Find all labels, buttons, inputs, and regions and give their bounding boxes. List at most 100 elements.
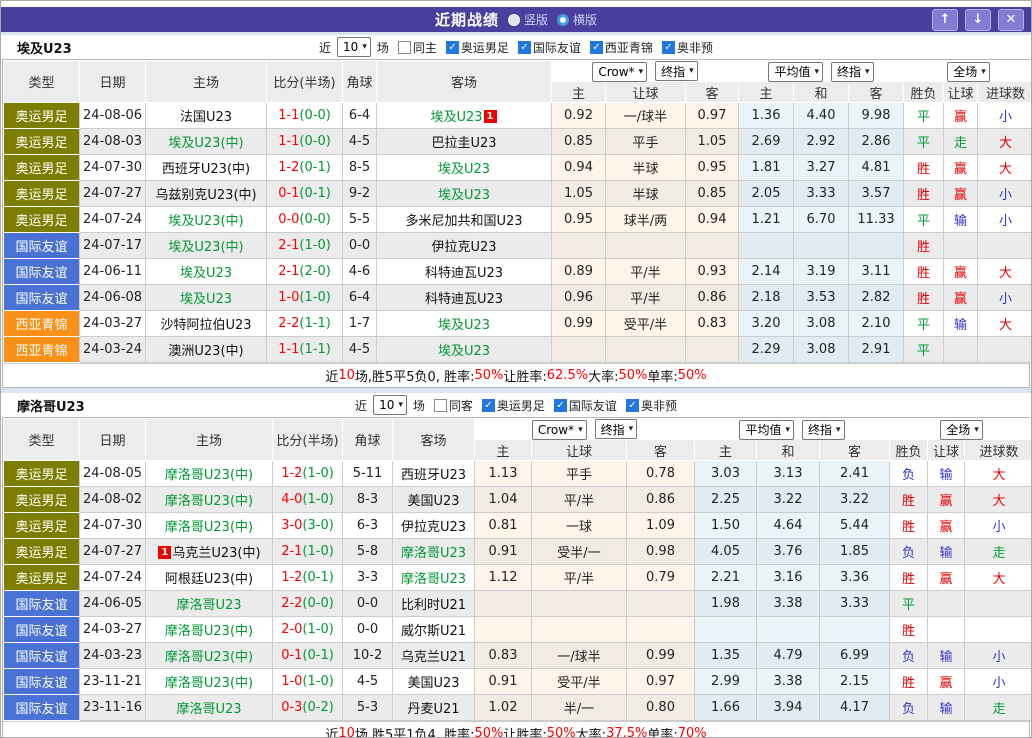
league-filter-checkbox[interactable]: ✓ bbox=[445, 40, 459, 54]
asian-home-odds: 0.83 bbox=[474, 642, 532, 669]
asian-away-odds bbox=[685, 336, 739, 363]
team-name: 埃及U23(中) bbox=[168, 136, 244, 151]
league-filter-checkbox[interactable]: ✓ bbox=[625, 398, 639, 412]
fulltime-scope-select[interactable]: 全场 ▾ bbox=[947, 61, 990, 82]
competition-badge: 国际友谊 bbox=[4, 695, 79, 720]
move-down-button[interactable]: ↓ bbox=[965, 8, 991, 31]
euro-average-select[interactable]: 平均值 ▾ bbox=[768, 61, 824, 82]
away-team-cell: 摩洛哥U23 bbox=[392, 564, 475, 591]
euro-home-odds: 3.03 bbox=[694, 460, 757, 487]
result-handicap: 输 bbox=[943, 310, 979, 337]
away-team-cell: 埃及U23 bbox=[376, 180, 552, 207]
column-header: 让球 bbox=[605, 82, 686, 103]
euro-home-odds bbox=[738, 232, 794, 259]
same-venue-checkbox[interactable] bbox=[397, 40, 411, 54]
corner-cell: 0-0 bbox=[342, 590, 393, 617]
result-goals: 小 bbox=[964, 668, 1031, 695]
recent-count-select[interactable]: 10 ▾ bbox=[337, 37, 371, 57]
summary-text: 37.5% bbox=[606, 726, 648, 738]
halftime-score: (1-0) bbox=[302, 492, 334, 507]
result-handicap: 赢 bbox=[943, 180, 979, 207]
halftime-score: (0-0) bbox=[299, 212, 331, 227]
chevron-down-icon: ▾ bbox=[974, 424, 979, 435]
euro-draw-odds: 3.94 bbox=[756, 694, 820, 721]
asian-home-odds: 0.89 bbox=[551, 258, 606, 285]
league-filter-checkbox[interactable]: ✓ bbox=[481, 398, 495, 412]
layout-option-vertical[interactable]: 竖版 bbox=[507, 11, 548, 28]
result-goals: 小 bbox=[977, 206, 1031, 233]
euro-draw-odds: 3.38 bbox=[756, 668, 820, 695]
chevron-down-icon: ▾ bbox=[865, 66, 870, 77]
column-header: 客 bbox=[847, 82, 905, 103]
date-cell: 24-06-08 bbox=[79, 284, 146, 311]
result-outcome: 负 bbox=[889, 642, 929, 669]
date-cell: 24-06-05 bbox=[79, 590, 146, 617]
euro-final-index-select[interactable]: 终指 ▾ bbox=[802, 419, 845, 440]
home-team-cell: 阿根廷U23(中) bbox=[145, 564, 273, 591]
euro-average-select-value: 平均值 bbox=[745, 423, 782, 437]
score-cell: 1-0(1-0) bbox=[266, 284, 343, 311]
asian-handicap: 受平/半 bbox=[531, 668, 627, 695]
summary-text: 让胜率: bbox=[503, 370, 547, 385]
fulltime-scope-select[interactable]: 全场 ▾ bbox=[940, 419, 983, 440]
away-team-cell: 巴拉圭U23 bbox=[376, 128, 552, 155]
team-name: 伊拉克U23 bbox=[400, 520, 467, 535]
euro-average-select[interactable]: 平均值 ▾ bbox=[739, 419, 795, 440]
euro-final-index-select[interactable]: 终指 ▾ bbox=[831, 61, 874, 82]
asian-handicap: 球半/两 bbox=[605, 206, 686, 233]
team-name: 摩洛哥U23(中) bbox=[164, 520, 254, 535]
asian-final-index-select[interactable]: 终指 ▾ bbox=[655, 61, 698, 82]
match-row: 国际友谊 24-06-05 摩洛哥U23 2-2(0-0) 0-0 比利时U21 1.98 3… bbox=[3, 590, 1031, 617]
halftime-score: (0-1) bbox=[302, 570, 334, 585]
asian-home-odds: 0.91 bbox=[474, 668, 532, 695]
competition-cell: 奥运男足 bbox=[3, 564, 80, 591]
home-team-cell: 埃及U23 bbox=[145, 284, 267, 311]
recent-count-select[interactable]: 10 ▾ bbox=[373, 395, 407, 415]
league-filter-checkbox[interactable]: ✓ bbox=[517, 40, 531, 54]
asian-away-odds: 0.93 bbox=[685, 258, 739, 285]
asian-away-odds: 0.85 bbox=[685, 180, 739, 207]
result-outcome: 胜 bbox=[889, 486, 929, 513]
filter-bar: 近 10 ▾ 场同主 ✓ 奥运男足 ✓ 国际友谊 ✓ 西亚青锦 ✓ 奥非预 bbox=[317, 37, 715, 57]
halftime-score: (0-0) bbox=[299, 134, 331, 149]
result-outcome: 胜 bbox=[903, 232, 945, 259]
result-outcome: 胜 bbox=[903, 258, 945, 285]
summary-text: 50% bbox=[474, 726, 504, 738]
result-goals bbox=[977, 336, 1031, 363]
score-cell: 1-2(0-1) bbox=[272, 564, 343, 591]
team-name: 埃及U23 bbox=[430, 110, 483, 125]
league-filter-checkbox[interactable]: ✓ bbox=[661, 40, 675, 54]
move-up-button[interactable]: ↑ bbox=[932, 8, 958, 31]
euro-draw-odds: 3.33 bbox=[793, 180, 849, 207]
bookmaker-select-value: Crow* bbox=[537, 422, 575, 437]
date-cell: 24-03-24 bbox=[79, 336, 146, 363]
fulltime-scope-select-value: 全场 bbox=[946, 423, 971, 437]
team-name-title: 摩洛哥U23 bbox=[17, 399, 85, 415]
competition-badge: 奥运男足 bbox=[4, 155, 79, 180]
column-header: 胜负 bbox=[889, 440, 929, 461]
odds-select-group: 平均值 ▾ 终指 ▾ bbox=[693, 418, 891, 441]
asian-away-odds: 0.86 bbox=[626, 486, 695, 513]
league-filter-checkbox[interactable]: ✓ bbox=[553, 398, 567, 412]
bookmaker-select[interactable]: Crow* ▾ bbox=[592, 61, 648, 82]
asian-final-index-select[interactable]: 终指 ▾ bbox=[594, 419, 638, 440]
euro-away-odds: 2.15 bbox=[818, 668, 891, 695]
euro-home-odds: 2.29 bbox=[738, 336, 794, 363]
close-button[interactable]: ✕ bbox=[998, 8, 1024, 31]
euro-final-index-select-value: 终指 bbox=[808, 423, 833, 437]
asian-away-odds bbox=[685, 232, 739, 259]
euro-away-odds: 2.91 bbox=[847, 336, 905, 363]
column-header: 类型 bbox=[3, 60, 80, 103]
bookmaker-select[interactable]: Crow* ▾ bbox=[531, 419, 587, 440]
result-goals bbox=[964, 590, 1031, 617]
score-cell: 0-1(0-1) bbox=[266, 180, 343, 207]
result-outcome: 负 bbox=[889, 694, 929, 721]
layout-option-horizontal[interactable]: 横版 bbox=[557, 11, 597, 28]
euro-home-odds: 2.21 bbox=[694, 564, 757, 591]
result-goals: 小 bbox=[977, 180, 1031, 207]
asian-away-odds: 0.98 bbox=[626, 538, 695, 565]
league-filter-checkbox[interactable]: ✓ bbox=[589, 40, 603, 54]
team-name: 摩洛哥U23 bbox=[400, 572, 467, 587]
same-venue-checkbox[interactable] bbox=[433, 398, 447, 412]
results-table: 类型 日期 主场 比分(半场) 角球 客场 Crow* ▾ 终指 ▾ 平均值 ▾ 终指 ▾ 全场 ▾ 主让球客主… bbox=[3, 418, 1031, 721]
